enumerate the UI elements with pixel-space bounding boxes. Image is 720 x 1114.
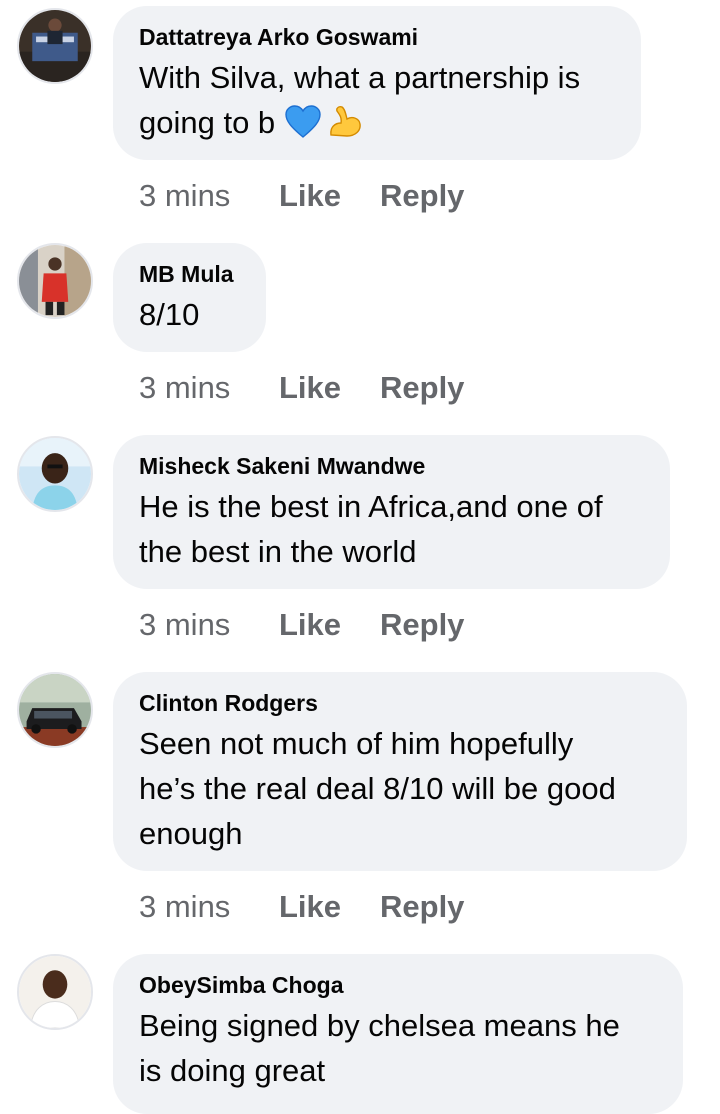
avatar[interactable]	[17, 243, 93, 319]
profile-photo-portrait-icon	[19, 956, 91, 1028]
comment-author[interactable]: Dattatreya Arko Goswami	[139, 23, 615, 51]
comment-timestamp: 3 mins	[139, 607, 231, 642]
avatar[interactable]	[17, 672, 93, 748]
comment-text: Seen not much of him hopefully he’s the …	[139, 721, 661, 856]
reply-button[interactable]: Reply	[380, 178, 464, 214]
comment-actions: 3 mins Like Reply	[139, 178, 464, 214]
comment-text: 8/10	[139, 292, 240, 337]
avatar[interactable]	[17, 436, 93, 512]
like-button[interactable]: Like	[279, 178, 380, 214]
comment-bubble: ObeySimba Choga Being signed by chelsea …	[113, 954, 683, 1114]
comment-timestamp: 3 mins	[139, 178, 231, 213]
comment-text-fragment: going to b	[139, 105, 276, 140]
comment-text: With Silva, what a partnership is going …	[139, 55, 615, 145]
comment-bubble: Clinton Rodgers Seen not much of him hop…	[113, 672, 687, 871]
blue-heart-icon	[285, 105, 321, 138]
profile-photo-selfie-icon	[19, 438, 91, 510]
reply-button[interactable]: Reply	[380, 370, 464, 406]
comment-text-line: 8/10	[139, 297, 200, 332]
comment-text-line: going to b	[139, 100, 615, 145]
comment-bubble: Dattatreya Arko Goswami With Silva, what…	[113, 6, 641, 160]
comment-actions: 3 mins Like Reply	[139, 370, 464, 406]
comment-text-line: enough	[139, 816, 243, 851]
profile-photo-trophy-icon	[19, 10, 91, 82]
comment-text-line: he’s the real deal 8/10 will be good	[139, 771, 616, 806]
profile-photo-red-jacket-icon	[19, 245, 91, 317]
comment-author[interactable]: ObeySimba Choga	[139, 971, 657, 999]
comment-text-line: With Silva, what a partnership is	[139, 60, 581, 95]
comment-timestamp: 3 mins	[139, 370, 231, 405]
comment-text-line: is doing great	[139, 1053, 326, 1088]
comment-actions: 3 mins Like Reply	[139, 607, 464, 643]
comment-author[interactable]: Misheck Sakeni Mwandwe	[139, 452, 644, 480]
comment-text-line: Being signed by chelsea means he	[139, 1008, 620, 1043]
comment-text: Being signed by chelsea means he is doin…	[139, 1003, 657, 1093]
avatar[interactable]	[17, 8, 93, 84]
comment-text-line: Seen not much of him hopefully	[139, 726, 574, 761]
reply-button[interactable]: Reply	[380, 889, 464, 925]
like-button[interactable]: Like	[279, 370, 380, 406]
comment-author[interactable]: Clinton Rodgers	[139, 689, 661, 717]
like-button[interactable]: Like	[279, 889, 380, 925]
comment-author[interactable]: MB Mula	[139, 260, 240, 288]
comment-text-line: He is the best in Africa,and one of	[139, 489, 603, 524]
flexed-biceps-icon	[330, 106, 361, 137]
comment-timestamp: 3 mins	[139, 889, 231, 924]
comment-bubble: Misheck Sakeni Mwandwe He is the best in…	[113, 435, 670, 589]
comment-bubble: MB Mula 8/10	[113, 243, 266, 352]
comment-text-line: the best in the world	[139, 534, 417, 569]
comment-actions: 3 mins Like Reply	[139, 889, 464, 925]
comment-text: He is the best in Africa,and one of the …	[139, 484, 644, 574]
avatar[interactable]	[17, 954, 93, 1030]
like-button[interactable]: Like	[279, 607, 380, 643]
profile-photo-car-icon	[19, 674, 91, 746]
reply-button[interactable]: Reply	[380, 607, 464, 643]
